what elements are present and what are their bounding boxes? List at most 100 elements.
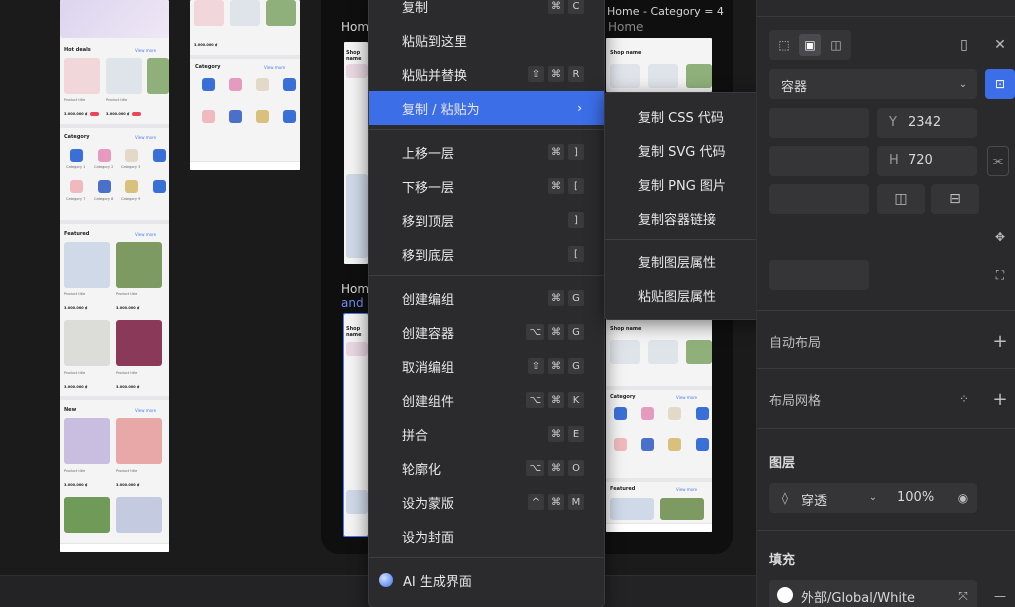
category-icon[interactable] <box>70 180 83 193</box>
product-price: 3.000.000 ₫ <box>64 306 88 310</box>
header-frame-icon[interactable]: ◫ <box>825 34 847 56</box>
design-canvas[interactable]: Hot deals View more Product title Produc… <box>0 0 1015 607</box>
app-frame-phone-lower-left[interactable]: Shop name <box>343 313 369 537</box>
app-frame-category[interactable]: 3.000.000 ₫ Category View more <box>190 0 300 170</box>
opacity-value[interactable]: 100% <box>897 490 934 505</box>
section-divider <box>190 55 300 59</box>
free-frame-icon[interactable]: ⬚ <box>773 34 795 56</box>
menu-item-paste-here[interactable]: 粘贴到这里 <box>369 23 604 57</box>
menu-item-use-as-mask[interactable]: 设为蒙版 ^ ⌘ M <box>369 485 604 519</box>
menu-item-paste-replace[interactable]: 粘贴并替换 ⇧ ⌘ R <box>369 57 604 91</box>
app-frame-phone-lower-right[interactable]: Shop name Category View more Featured Vi… <box>606 314 712 532</box>
menu-item-send-to-back[interactable]: 移到底层 [ <box>369 237 604 271</box>
category-icon[interactable] <box>283 110 296 123</box>
category-icon[interactable] <box>614 407 627 420</box>
menu-item-bring-forward[interactable]: 上移一层 ⌘] <box>369 135 604 169</box>
menu-item-label: 上移一层 <box>402 146 455 162</box>
context-menu[interactable]: 复制 ⌘ C 粘贴到这里 粘贴并替换 ⇧ ⌘ R 复制 / 粘贴为 › 上移一层 ⌘]… <box>368 0 605 607</box>
detach-style-icon[interactable]: ⤧ <box>953 585 973 607</box>
add-auto-layout-icon[interactable]: + <box>989 330 1011 352</box>
category-icon[interactable] <box>202 78 215 91</box>
section-layer: 图层 <box>769 456 796 471</box>
grid-dots-icon[interactable]: ⁘ <box>953 388 975 410</box>
move-icon[interactable]: ✥ <box>989 226 1011 248</box>
category-icon[interactable] <box>229 78 242 91</box>
device-orientation-icon[interactable]: ▯ <box>953 34 975 56</box>
category-icon[interactable] <box>202 110 215 123</box>
category-icon[interactable] <box>283 78 296 91</box>
product-image <box>194 0 224 26</box>
frame-label-home-category-4[interactable]: Home - Category = 4 <box>607 5 724 18</box>
frame-label-home-secondary[interactable]: Home <box>608 20 643 34</box>
category-icon[interactable] <box>98 180 111 193</box>
view-more-link[interactable]: View more <box>676 395 697 400</box>
category-icon[interactable] <box>696 438 709 451</box>
w-field[interactable] <box>769 146 869 176</box>
eye-icon[interactable]: ◉ <box>953 487 973 509</box>
category-icon[interactable] <box>229 110 242 123</box>
menu-item-create-component[interactable]: 创建组件 ⌥ ⌘ K <box>369 383 604 417</box>
key: [ <box>568 246 584 262</box>
menu-item-label: 复制容器链接 <box>638 212 717 228</box>
shortcut: ⌥ ⌘ G <box>526 324 584 340</box>
category-icon[interactable] <box>641 438 654 451</box>
add-layout-grid-icon[interactable]: + <box>989 388 1011 410</box>
menu-item-group[interactable]: 创建编组 ⌘ G <box>369 281 604 315</box>
frame-target-icon[interactable]: ⊡ <box>985 69 1015 99</box>
flip-horizontal-icon[interactable]: ◫ <box>877 184 925 214</box>
category-icon[interactable] <box>668 438 681 451</box>
app-frame-home-left[interactable]: Hot deals View more Product title Produc… <box>60 0 169 552</box>
x-field[interactable] <box>769 108 869 138</box>
remove-fill-icon[interactable]: — <box>989 585 1011 607</box>
constrain-proportions-icon[interactable]: ⫘ <box>987 146 1009 176</box>
product-image <box>147 58 169 94</box>
fill-swatch[interactable] <box>777 587 793 603</box>
category-icon[interactable] <box>70 149 83 162</box>
app-frame-phone-upper-left[interactable]: Shop name <box>344 42 368 264</box>
view-more-link[interactable]: View more <box>135 135 156 140</box>
category-icon[interactable] <box>153 149 166 162</box>
category-icon[interactable] <box>153 180 166 193</box>
properties-panel[interactable]: ⬚ ▣ ◫ ▯ ✕ 容器 ⌄ ⊡ Y 2342 H 720 ⫘ ◫ ⊟ ✥ ⛶ … <box>756 0 1015 607</box>
category-icon[interactable] <box>668 407 681 420</box>
menu-item-send-backward[interactable]: 下移一层 ⌘[ <box>369 169 604 203</box>
menu-item-copy[interactable]: 复制 ⌘ C <box>369 0 604 23</box>
section-title-category: Category <box>195 64 221 70</box>
view-more-link[interactable]: View more <box>135 408 156 413</box>
flip-vertical-icon[interactable]: ⊟ <box>931 184 979 214</box>
product-title: Product title <box>106 98 128 102</box>
category-icon[interactable] <box>641 407 654 420</box>
category-icon[interactable] <box>256 78 269 91</box>
category-icon[interactable] <box>125 180 138 193</box>
menu-item-copy-paste-as[interactable]: 复制 / 粘贴为 › <box>369 91 604 125</box>
menu-item-bring-to-front[interactable]: 移到顶层 ] <box>369 203 604 237</box>
fill-style-name: 外部/Global/White <box>801 591 916 606</box>
ai-globe-icon <box>379 573 393 587</box>
view-more-link[interactable]: View more <box>135 232 156 237</box>
shop-name: Shop name <box>610 50 642 56</box>
fixed-frame-icon[interactable]: ▣ <box>799 34 821 56</box>
menu-item-label: 创建组件 <box>402 394 455 410</box>
menu-item-outline[interactable]: 轮廓化 ⌥ ⌘ O <box>369 451 604 485</box>
rotation-field[interactable] <box>769 184 869 214</box>
category-icon[interactable] <box>614 438 627 451</box>
app-frame-phone-upper-right[interactable]: Shop name <box>606 38 712 92</box>
category-icon[interactable] <box>696 407 709 420</box>
view-more-link[interactable]: View more <box>135 48 156 53</box>
menu-item-ai-generate[interactable]: AI 生成界面 <box>369 563 604 597</box>
shrink-frame-icon[interactable]: ✕ <box>989 34 1011 56</box>
category-icon[interactable] <box>125 149 138 162</box>
category-icon[interactable] <box>98 149 111 162</box>
corner-radius-field[interactable] <box>769 260 869 290</box>
view-more-link[interactable]: View more <box>676 487 697 492</box>
fullscreen-icon[interactable]: ⛶ <box>989 264 1011 286</box>
menu-item-set-as-cover[interactable]: 设为封面 <box>369 519 604 553</box>
category-icon[interactable] <box>256 110 269 123</box>
product-title: Product title <box>64 98 86 102</box>
view-more-link[interactable]: View more <box>264 65 285 70</box>
key: ⌘ <box>548 460 564 476</box>
menu-item-create-frame[interactable]: 创建容器 ⌥ ⌘ G <box>369 315 604 349</box>
menu-item-flatten[interactable]: 拼合 ⌘ E <box>369 417 604 451</box>
product-image <box>64 497 110 533</box>
menu-item-ungroup[interactable]: 取消编组 ⇧ ⌘ G <box>369 349 604 383</box>
